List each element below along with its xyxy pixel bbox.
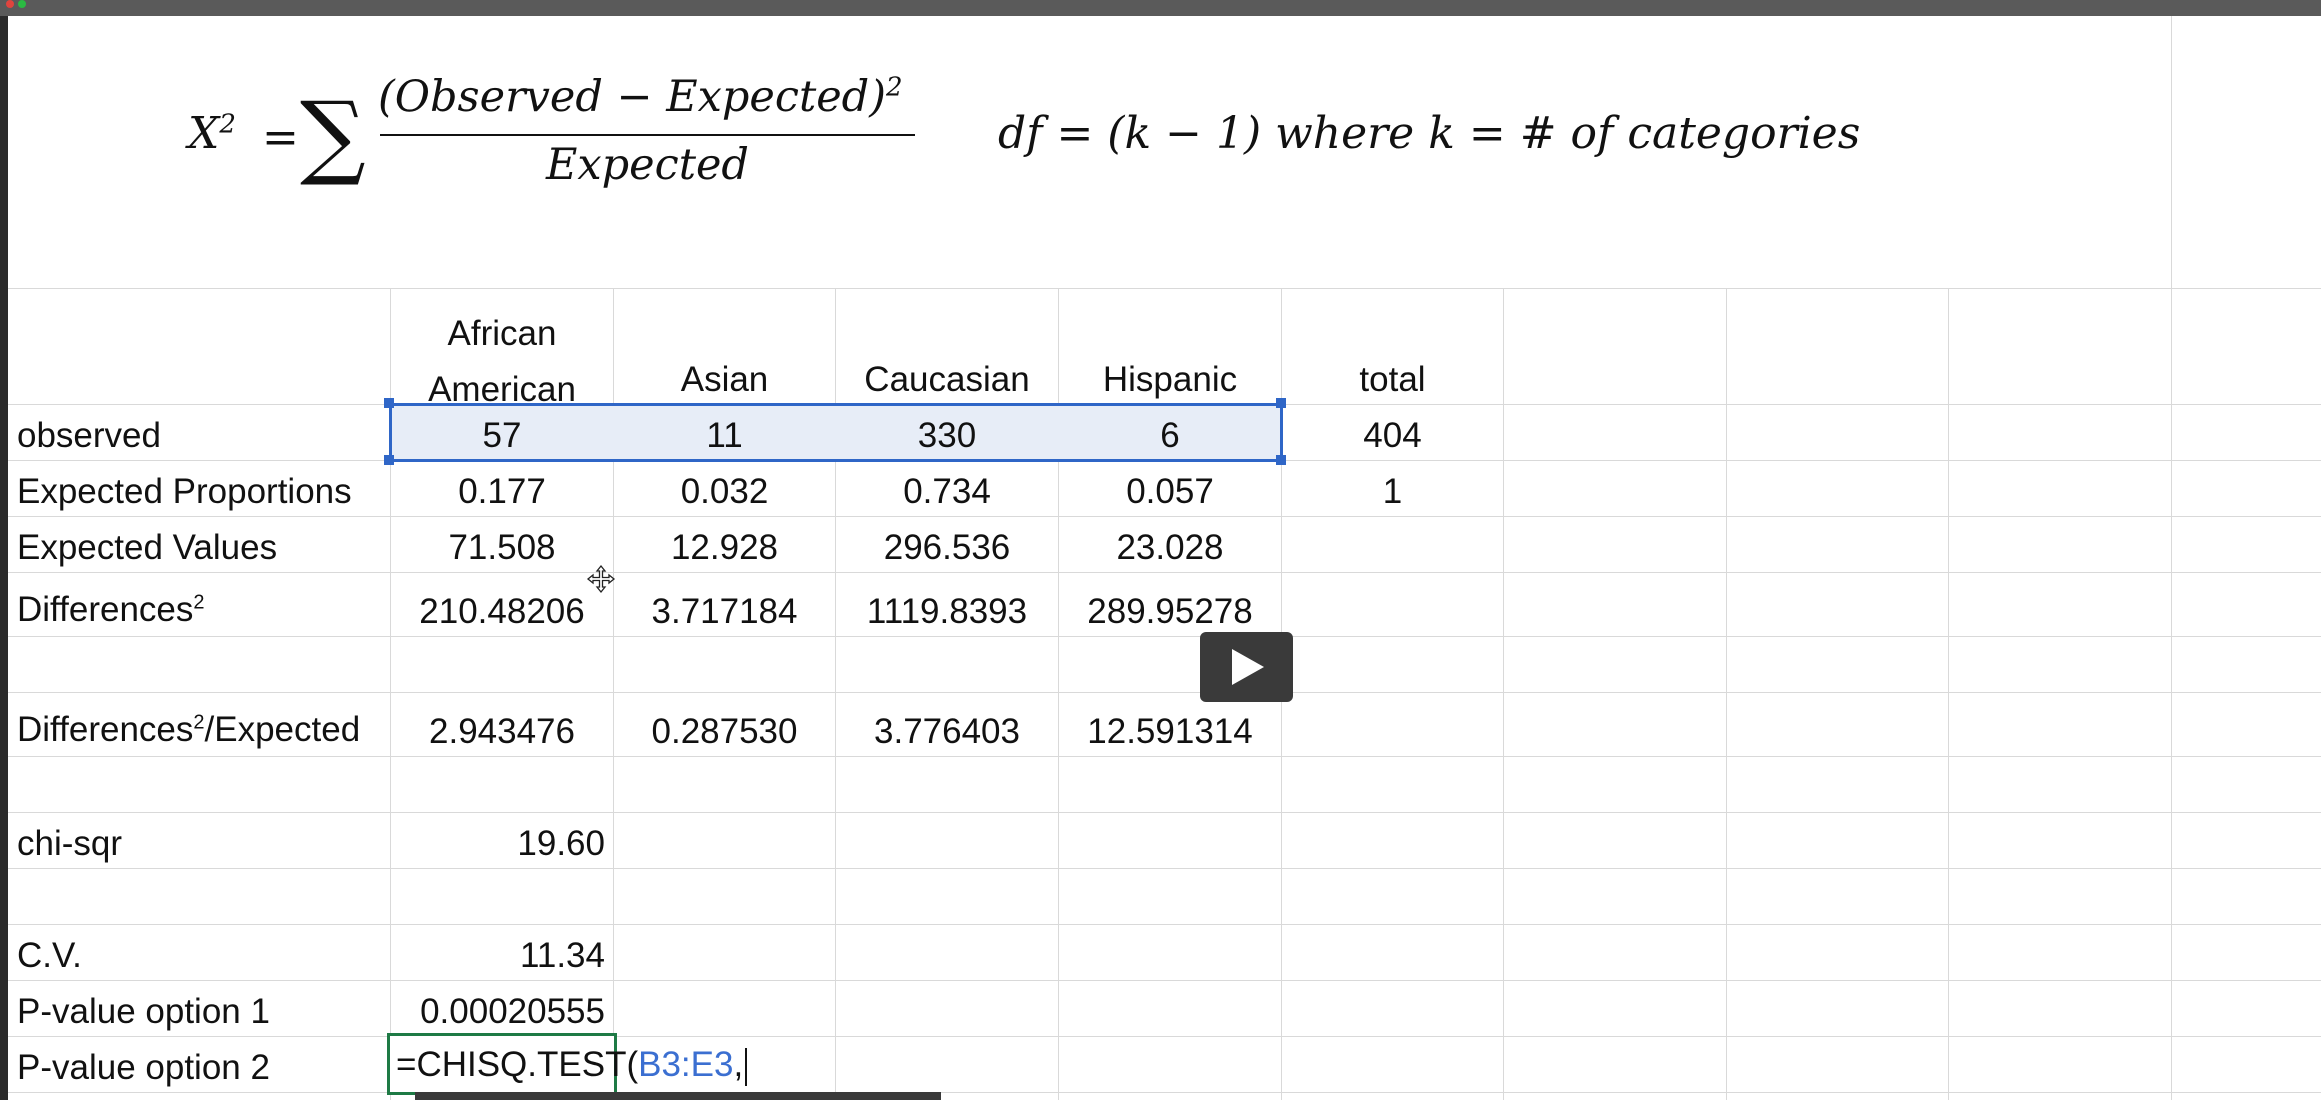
- chi-sqr-value[interactable]: 19.60: [391, 826, 605, 861]
- selection-handle[interactable]: [1276, 455, 1286, 465]
- header-asian[interactable]: Asian: [614, 362, 835, 398]
- play-button[interactable]: [1200, 632, 1293, 702]
- text-caret: [745, 1047, 748, 1086]
- formula-denominator: Expected: [546, 140, 749, 190]
- diff-sq-over-expected-value[interactable]: 2.943476: [391, 714, 613, 749]
- differences-squared-value[interactable]: 3.717184: [614, 594, 835, 629]
- formula-range-reference: B3:E3: [638, 1045, 734, 1084]
- formula-numerator: (Observed − Expected)2: [378, 72, 903, 122]
- expected-proportion-value[interactable]: 0.177: [391, 474, 613, 509]
- row-label-p-value-2[interactable]: P-value option 2: [17, 1050, 270, 1085]
- differences-squared-value[interactable]: 289.95278: [1059, 594, 1281, 629]
- row-label-chi-sqr[interactable]: chi-sqr: [17, 826, 122, 861]
- expected-proportion-value[interactable]: 0.057: [1059, 474, 1281, 509]
- expected-proportion-value[interactable]: 0.734: [836, 474, 1058, 509]
- diff-sq-over-expected-value[interactable]: 3.776403: [836, 714, 1058, 749]
- diff-sq-over-expected-value[interactable]: 0.287530: [614, 714, 835, 749]
- row-label-cv[interactable]: C.V.: [17, 938, 82, 973]
- header-caucasian[interactable]: Caucasian: [836, 362, 1058, 398]
- p-value-1-value[interactable]: 0.00020555: [391, 994, 605, 1029]
- observed-value[interactable]: 330: [836, 418, 1058, 453]
- window-top-bar: [0, 0, 2321, 16]
- left-edge-bar: [0, 16, 8, 1100]
- observed-value[interactable]: 11: [614, 418, 835, 453]
- selection-handle[interactable]: [1276, 398, 1286, 408]
- formula-entry[interactable]: =CHISQ.TEST(B3:E3,: [396, 1045, 748, 1086]
- chi-square-symbol: X2: [188, 108, 236, 159]
- header-total[interactable]: total: [1282, 362, 1503, 398]
- header-african-american[interactable]: African American: [391, 306, 613, 418]
- video-progress-bar[interactable]: [415, 1092, 941, 1100]
- row-label-differences-squared[interactable]: Differences2: [17, 592, 205, 627]
- differences-squared-value[interactable]: 1119.8393: [836, 594, 1058, 629]
- degrees-of-freedom: df = (k − 1) where k = # of categories: [998, 108, 1861, 159]
- fraction-bar: [380, 134, 915, 136]
- row-label-expected-proportions[interactable]: Expected Proportions: [17, 474, 352, 509]
- play-icon: [1232, 649, 1264, 685]
- selection-handle[interactable]: [384, 455, 394, 465]
- expected-value[interactable]: 12.928: [614, 530, 835, 565]
- row-label-p-value-1[interactable]: P-value option 1: [17, 994, 270, 1029]
- row-label-observed[interactable]: observed: [17, 418, 161, 453]
- equals-sign: =: [262, 112, 299, 163]
- observed-value[interactable]: 6: [1059, 418, 1281, 453]
- row-label-expected-values[interactable]: Expected Values: [17, 530, 277, 565]
- cv-value[interactable]: 11.34: [391, 938, 605, 973]
- diff-sq-over-expected-value[interactable]: 12.591314: [1059, 714, 1281, 749]
- expected-value[interactable]: 71.508: [391, 530, 613, 565]
- header-hispanic[interactable]: Hispanic: [1059, 362, 1281, 398]
- move-cursor-icon: [586, 564, 616, 594]
- expected-value[interactable]: 23.028: [1059, 530, 1281, 565]
- row-label-differences-squared-over-expected[interactable]: Differences2/Expected: [17, 712, 360, 747]
- window-dot-icon[interactable]: [18, 0, 26, 8]
- window-dot-icon[interactable]: [6, 0, 14, 8]
- expected-proportion-total[interactable]: 1: [1282, 474, 1503, 509]
- sigma-symbol: ∑: [300, 82, 366, 189]
- observed-value[interactable]: 57: [391, 418, 613, 453]
- expected-proportion-value[interactable]: 0.032: [614, 474, 835, 509]
- observed-total[interactable]: 404: [1282, 418, 1503, 453]
- expected-value[interactable]: 296.536: [836, 530, 1058, 565]
- differences-squared-value[interactable]: 210.48206: [391, 594, 613, 629]
